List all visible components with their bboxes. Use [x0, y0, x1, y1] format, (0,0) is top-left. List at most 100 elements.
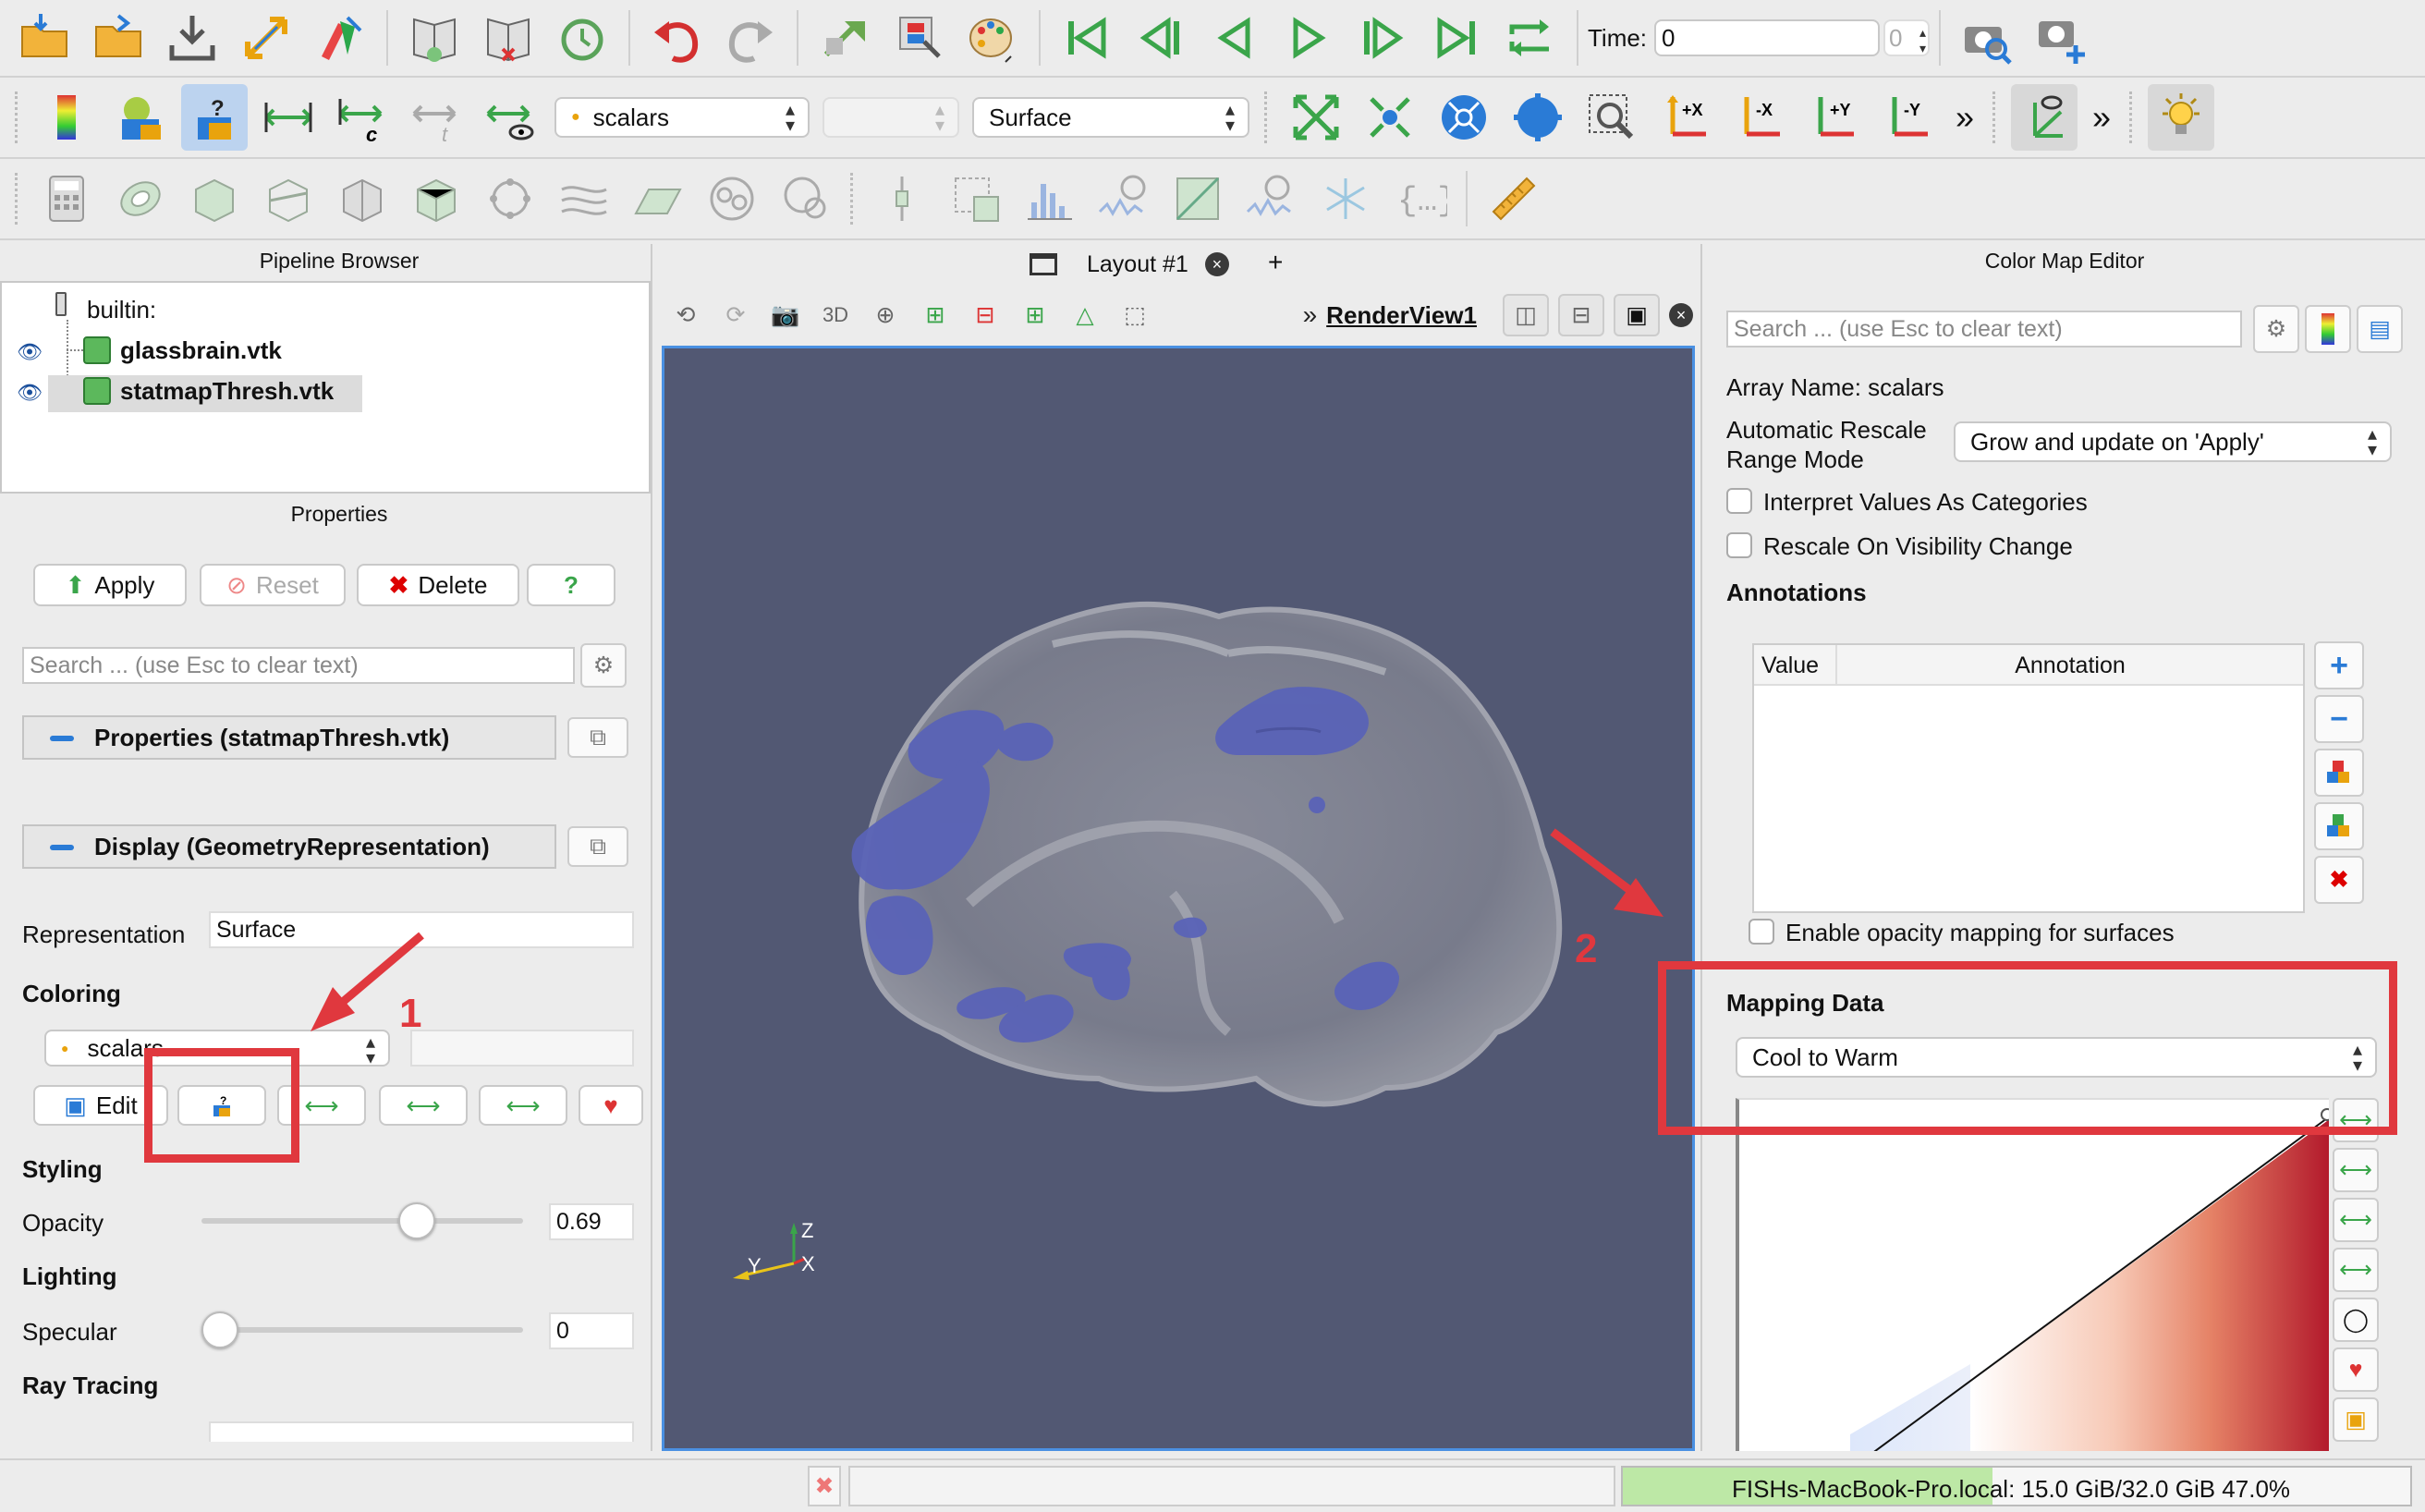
edit-colormap-icon[interactable] — [107, 84, 174, 151]
time-input[interactable]: 0 — [1654, 19, 1881, 56]
view-capture-icon[interactable]: ⟲ — [665, 301, 706, 329]
load-state-icon[interactable] — [401, 5, 468, 71]
component-field[interactable] — [410, 1030, 634, 1067]
clear-annotations-button[interactable]: ✖ — [2314, 856, 2364, 904]
pipeline-item-glassbrain[interactable]: glassbrain.vtk — [120, 336, 282, 365]
delete-button[interactable]: ✖ Delete — [357, 564, 519, 606]
close-layout-tab-icon[interactable]: × — [1204, 252, 1229, 276]
connect-icon[interactable] — [233, 5, 299, 71]
transfer-function-editor[interactable] — [1736, 1098, 2329, 1451]
opacity-input[interactable]: 0.69 — [549, 1203, 634, 1240]
maximize-view-icon[interactable]: ▣ — [1614, 294, 1660, 336]
zoom-to-box-icon[interactable] — [1578, 84, 1645, 151]
ray-tracing-combo[interactable] — [209, 1421, 634, 1442]
opacity-slider-handle[interactable] — [397, 1202, 435, 1239]
specular-input[interactable]: 0 — [549, 1312, 634, 1349]
save-data-icon[interactable] — [159, 5, 225, 71]
choose-preset-side-icon[interactable]: ♥ — [2333, 1347, 2379, 1392]
histogram-icon[interactable] — [1017, 165, 1083, 232]
annotations-table[interactable]: Value Annotation — [1752, 643, 2305, 913]
recent-files-icon[interactable] — [85, 5, 152, 71]
advanced-gear-icon[interactable]: ⚙ — [580, 643, 627, 688]
clear-output-icon[interactable]: ✖ — [808, 1466, 841, 1506]
view-redo-camera-icon[interactable]: ⟳ — [715, 301, 756, 329]
calculator-icon[interactable] — [33, 165, 100, 232]
representation-combo[interactable]: Surface — [209, 911, 634, 948]
last-frame-icon[interactable] — [1423, 5, 1490, 71]
properties-search-input[interactable]: Search ... (use Esc to clear text) — [22, 647, 575, 684]
copy-display-icon[interactable]: ⧉ — [567, 826, 628, 867]
representation-toolbar-combo[interactable]: Surface ▴ ▾ — [972, 97, 1249, 138]
reset-camera-closest-icon[interactable] — [1283, 84, 1349, 151]
layout-tab[interactable]: Layout #1 × — [1030, 248, 1364, 281]
invert-transfer-icon[interactable]: ◯ — [2333, 1298, 2379, 1342]
add-camera-icon[interactable] — [2028, 5, 2094, 71]
reset-view-icon[interactable] — [1505, 84, 1571, 151]
clip-icon[interactable] — [181, 165, 248, 232]
active-variable-combo[interactable]: ● scalars ▴ ▾ — [554, 97, 810, 138]
add-visible-values-button[interactable] — [2314, 802, 2364, 850]
view-screenshot-icon[interactable]: 📷 — [765, 302, 806, 329]
help-button[interactable]: ? — [527, 564, 615, 606]
select-polygon-icon[interactable]: △ — [1065, 301, 1105, 329]
reset-camera-icon[interactable] — [811, 5, 878, 71]
next-frame-icon[interactable] — [1349, 5, 1416, 71]
view-zoom-icon[interactable]: ⊕ — [865, 301, 906, 329]
rescale-range-icon[interactable] — [255, 84, 322, 151]
visibility-eye-icon[interactable]: 👁 — [17, 381, 43, 405]
add-layout-tab-button[interactable]: + — [1268, 248, 1296, 277]
rescale-temporal-icon[interactable]: t — [403, 84, 469, 151]
display-section-header[interactable]: Display (GeometryRepresentation) — [22, 824, 556, 869]
pick-center-icon[interactable] — [885, 5, 952, 71]
zoom-closest-icon[interactable] — [1431, 84, 1497, 151]
disconnect-icon[interactable] — [307, 5, 373, 71]
specular-slider-handle[interactable] — [201, 1311, 238, 1348]
stream-tracer-icon[interactable] — [551, 165, 617, 232]
rescale-visible-button[interactable]: ⟷ — [479, 1085, 567, 1126]
toolbar-overflow-icon[interactable]: » — [1956, 98, 1974, 137]
time-index-spinbox[interactable]: 0 ▴ ▾ — [1883, 19, 1931, 56]
screenshot-icon[interactable] — [1954, 5, 2020, 71]
zoom-to-data-icon[interactable] — [1357, 84, 1423, 151]
reset-session-icon[interactable] — [549, 5, 615, 71]
group-datasets-icon[interactable] — [699, 165, 765, 232]
save-preset-side-icon[interactable]: ▣ — [2333, 1397, 2379, 1442]
split-horizontal-icon[interactable]: ◫ — [1503, 294, 1549, 336]
plot-selection-icon[interactable] — [943, 165, 1009, 232]
memory-inspector-bar[interactable]: FISHs-MacBook-Pro.local: 15.0 GiB/32.0 G… — [1621, 1466, 2412, 1506]
opacity-slider[interactable] — [201, 1202, 523, 1239]
plot-over-time-icon[interactable] — [1091, 165, 1157, 232]
colormap-gear-icon[interactable]: ⚙ — [2253, 305, 2299, 353]
view-plus-y-icon[interactable]: +Y — [1800, 84, 1867, 151]
rescale-custom-icon[interactable]: c — [329, 84, 396, 151]
add-annotation-button[interactable]: + — [2314, 641, 2364, 689]
plot-data-icon[interactable] — [1238, 165, 1305, 232]
rescale-temporal-button[interactable]: ⟷ — [379, 1085, 468, 1126]
play-icon[interactable] — [1275, 5, 1342, 71]
reset-button[interactable]: ⊘ Reset — [200, 564, 346, 606]
copy-properties-icon[interactable]: ⧉ — [567, 717, 628, 758]
rescale-temporal-side-icon[interactable]: ⟷ — [2333, 1198, 2379, 1242]
glyph-icon[interactable] — [477, 165, 543, 232]
pipeline-root[interactable]: builtin: — [87, 296, 156, 324]
toolbar-overflow-2-icon[interactable]: » — [2092, 98, 2111, 137]
split-vertical-icon[interactable]: ⊟ — [1558, 294, 1604, 336]
rescale-data-range-icon[interactable]: ? — [181, 84, 248, 151]
view-minus-x-icon[interactable]: -X — [1726, 84, 1793, 151]
view-minus-y-icon[interactable]: -Y — [1874, 84, 1941, 151]
contour-icon[interactable] — [107, 165, 174, 232]
view-3d-toggle[interactable]: 3D — [815, 303, 856, 327]
pipeline-item-statmapthresh[interactable]: statmapThresh.vtk — [120, 377, 334, 406]
apply-button[interactable]: ⬆ Apply — [33, 564, 187, 606]
extract-level-icon[interactable] — [773, 165, 839, 232]
colormap-annotate-icon[interactable]: ▤ — [2357, 305, 2403, 353]
first-frame-icon[interactable] — [1054, 5, 1120, 71]
loop-icon[interactable] — [1497, 5, 1564, 71]
interpret-categories-checkbox[interactable] — [1726, 488, 1752, 514]
close-view-icon[interactable]: × — [1669, 303, 1693, 327]
warp-by-vector-icon[interactable] — [625, 165, 691, 232]
render-view[interactable]: Z Y X — [662, 346, 1695, 1451]
redo-icon[interactable] — [717, 5, 784, 71]
visibility-eye-icon[interactable]: 👁 — [17, 340, 43, 364]
component-combo[interactable]: ▴ ▾ — [823, 97, 959, 138]
